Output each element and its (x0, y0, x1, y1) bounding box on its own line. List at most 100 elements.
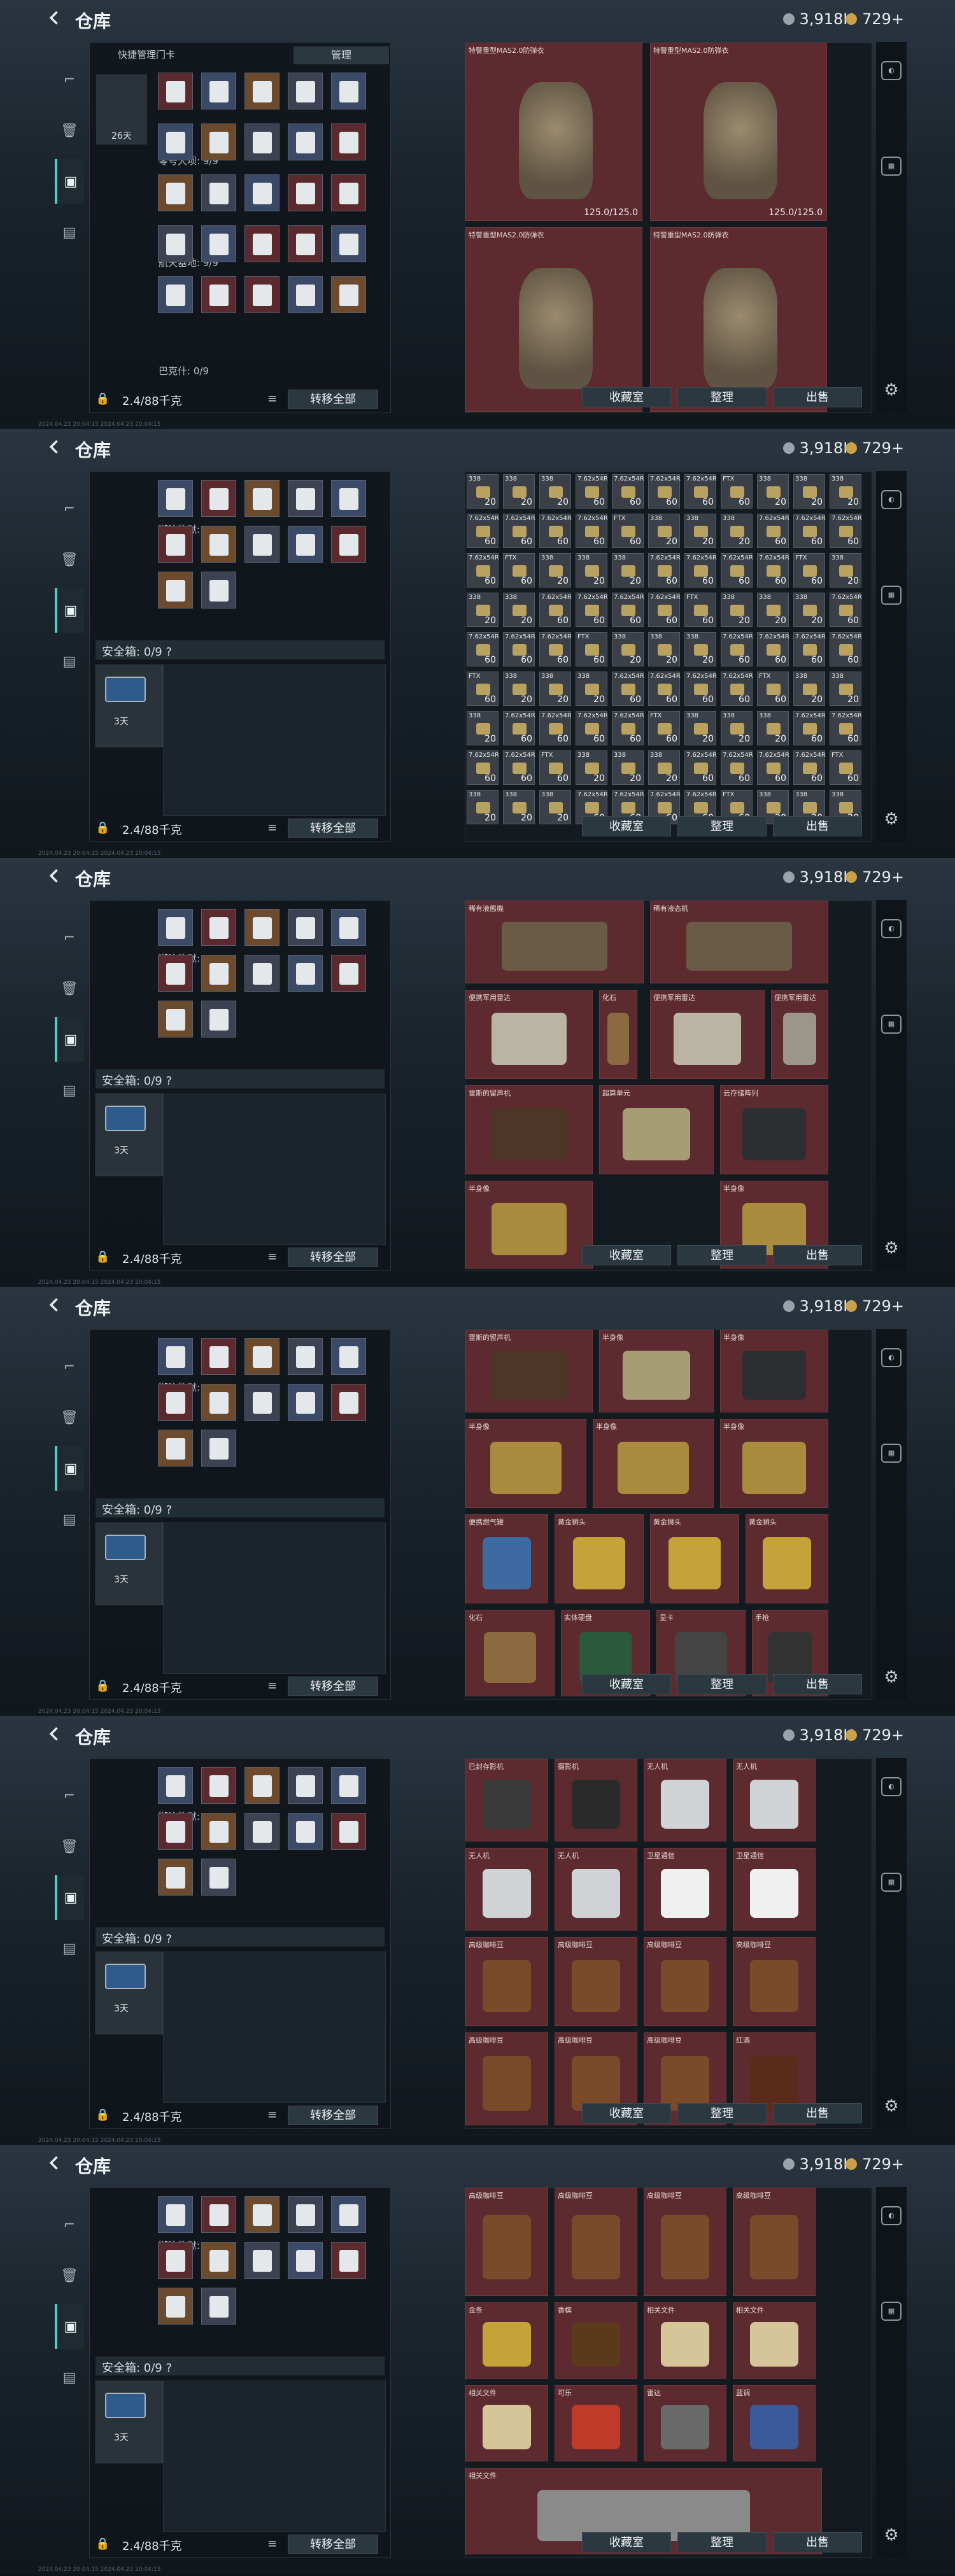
prop-item[interactable]: 半身像 (465, 1181, 593, 1269)
ammo-item[interactable]: 33820 (467, 790, 499, 824)
prop-item[interactable]: 高级咖啡豆 (465, 2032, 548, 2125)
list-icon[interactable]: ≡ (267, 2108, 277, 2122)
collection-button[interactable]: 收藏室 (582, 387, 671, 407)
sort-button[interactable]: 整理 (677, 387, 767, 407)
prop-item[interactable]: 雷斯的留声机 (465, 1330, 593, 1412)
prop-item[interactable]: 黄金狮头 (555, 1514, 644, 1603)
keycard-item[interactable] (244, 2196, 279, 2233)
keycard-item[interactable] (331, 526, 366, 563)
armor-item[interactable]: 特警重型MAS2.0防弹衣 (650, 227, 827, 412)
keycard-item[interactable] (244, 276, 279, 313)
transfer-all-button[interactable]: 转移全部 (288, 1677, 378, 1696)
keycard-item[interactable] (158, 276, 193, 313)
ammo-item[interactable]: FTX60 (467, 672, 499, 706)
case-tab-icon[interactable]: ▤ (55, 639, 84, 684)
weapon-tab-icon[interactable]: ⌐ (55, 1344, 84, 1389)
ammo-item[interactable]: 7.62x54R60 (467, 553, 499, 588)
weapon-tab-icon[interactable]: ⌐ (55, 486, 84, 531)
gear-icon[interactable]: ⚙ (881, 381, 902, 401)
keycard-item[interactable] (331, 955, 366, 992)
ammo-item[interactable]: 7.62x54R60 (721, 632, 753, 666)
ammo-item[interactable]: 33820 (721, 711, 753, 745)
keycard-item[interactable] (244, 955, 279, 992)
ammo-item[interactable]: 7.62x54R60 (830, 593, 862, 627)
keycard-item[interactable] (201, 1813, 236, 1850)
prop-item[interactable]: 摄影机 (555, 1759, 637, 1841)
safe-box-slot[interactable]: 3天 (96, 2381, 163, 2463)
ammo-item[interactable]: 33820 (830, 474, 861, 509)
prop-item[interactable]: 云存储阵列 (720, 1085, 828, 1174)
qr-icon[interactable]: ▦ (881, 157, 902, 176)
keycard-item[interactable] (158, 225, 193, 262)
keycard-item[interactable] (288, 1767, 323, 1804)
prop-item[interactable]: 相关文件 (733, 2302, 816, 2379)
ammo-item[interactable]: 7.62x54R60 (648, 672, 681, 706)
ammo-item[interactable]: 7.62x54R60 (503, 750, 535, 785)
transfer-all-button[interactable]: 转移全部 (288, 2535, 378, 2554)
prop-item[interactable]: 半身像 (465, 1419, 586, 1508)
back-arrow-icon[interactable] (46, 2154, 64, 2172)
keycard-item[interactable] (331, 123, 366, 160)
ammo-item[interactable]: FTX60 (539, 750, 571, 785)
ammo-item[interactable]: 7.62x54R60 (793, 750, 826, 785)
ammo-item[interactable]: 33820 (793, 672, 825, 706)
premium-display[interactable]: 729+ (845, 868, 904, 886)
keycard-item[interactable] (201, 123, 236, 160)
qr-icon[interactable]: ▦ (881, 1444, 902, 1463)
qr-icon[interactable]: ▦ (881, 2302, 902, 2321)
collection-button[interactable]: 收藏室 (582, 1674, 671, 1694)
keycard-item[interactable] (201, 2196, 236, 2233)
prop-item[interactable]: 已封存影机 (465, 1759, 548, 1841)
ammo-item[interactable]: 33820 (576, 750, 607, 785)
case-tab-icon[interactable]: ▤ (55, 1068, 84, 1113)
premium-display[interactable]: 729+ (845, 10, 904, 28)
prop-item[interactable]: 高级咖啡豆 (555, 1937, 637, 2026)
gear-icon[interactable]: ⚙ (881, 810, 902, 830)
ammo-item[interactable]: 33820 (503, 593, 535, 627)
ammo-item[interactable]: 7.62x54R60 (576, 514, 608, 548)
weapon-tab-icon[interactable]: ⌐ (55, 2202, 84, 2247)
backpack-tab-icon[interactable]: ▣ (55, 159, 84, 204)
ammo-item[interactable]: 33820 (612, 553, 644, 588)
keycard-item[interactable] (201, 2242, 236, 2279)
keycard-item[interactable] (201, 1430, 236, 1467)
keycard-item[interactable] (244, 1813, 279, 1850)
ammo-item[interactable]: 7.62x54R60 (539, 593, 572, 627)
qr-icon[interactable]: ▦ (881, 1015, 902, 1034)
keycard-item[interactable] (201, 73, 236, 109)
ammo-item[interactable]: 33820 (648, 632, 680, 666)
ammo-item[interactable]: 7.62x54R60 (503, 711, 535, 745)
ammo-item[interactable]: 33820 (757, 711, 789, 745)
prop-item[interactable]: 无人机 (644, 1759, 726, 1841)
keycard-item[interactable] (158, 955, 193, 992)
helmet-icon[interactable]: ◐ (881, 1348, 902, 1367)
safe-box-slot[interactable]: 3天 (96, 1952, 163, 2034)
sort-button[interactable]: 整理 (677, 1674, 767, 1694)
keycard-item[interactable] (331, 174, 366, 211)
keycard-item[interactable] (158, 174, 193, 211)
ammo-item[interactable]: 33820 (757, 593, 789, 627)
keycard-item[interactable] (288, 225, 323, 262)
ammo-item[interactable]: 7.62x54R60 (721, 672, 753, 706)
ammo-item[interactable]: 33820 (721, 514, 753, 548)
transfer-all-button[interactable]: 转移全部 (288, 390, 378, 409)
ammo-item[interactable]: 33820 (503, 790, 535, 824)
ammo-item[interactable]: 7.62x54R60 (684, 672, 717, 706)
keycard-item[interactable] (331, 1338, 366, 1375)
sort-button[interactable]: 整理 (677, 2532, 767, 2552)
keycard-item[interactable] (201, 909, 236, 946)
prop-item[interactable]: 雷达 (644, 2385, 726, 2461)
prop-item[interactable]: 稀有液态机 (650, 901, 828, 983)
keycard-item[interactable] (244, 174, 279, 211)
premium-display[interactable]: 729+ (845, 2155, 904, 2173)
keycard-item[interactable] (244, 526, 279, 563)
gear-icon[interactable]: ⚙ (881, 1239, 902, 1259)
list-icon[interactable]: ≡ (267, 2537, 277, 2551)
keycard-item[interactable] (331, 73, 366, 109)
case-tab-icon[interactable]: ▤ (55, 1926, 84, 1971)
keycard-item[interactable] (158, 526, 193, 563)
ammo-item[interactable]: 7.62x54R60 (757, 632, 789, 666)
back-arrow-icon[interactable] (46, 1725, 64, 1743)
keycard-item[interactable] (158, 1338, 193, 1375)
safe-box-slot[interactable]: 3天 (96, 1094, 163, 1176)
